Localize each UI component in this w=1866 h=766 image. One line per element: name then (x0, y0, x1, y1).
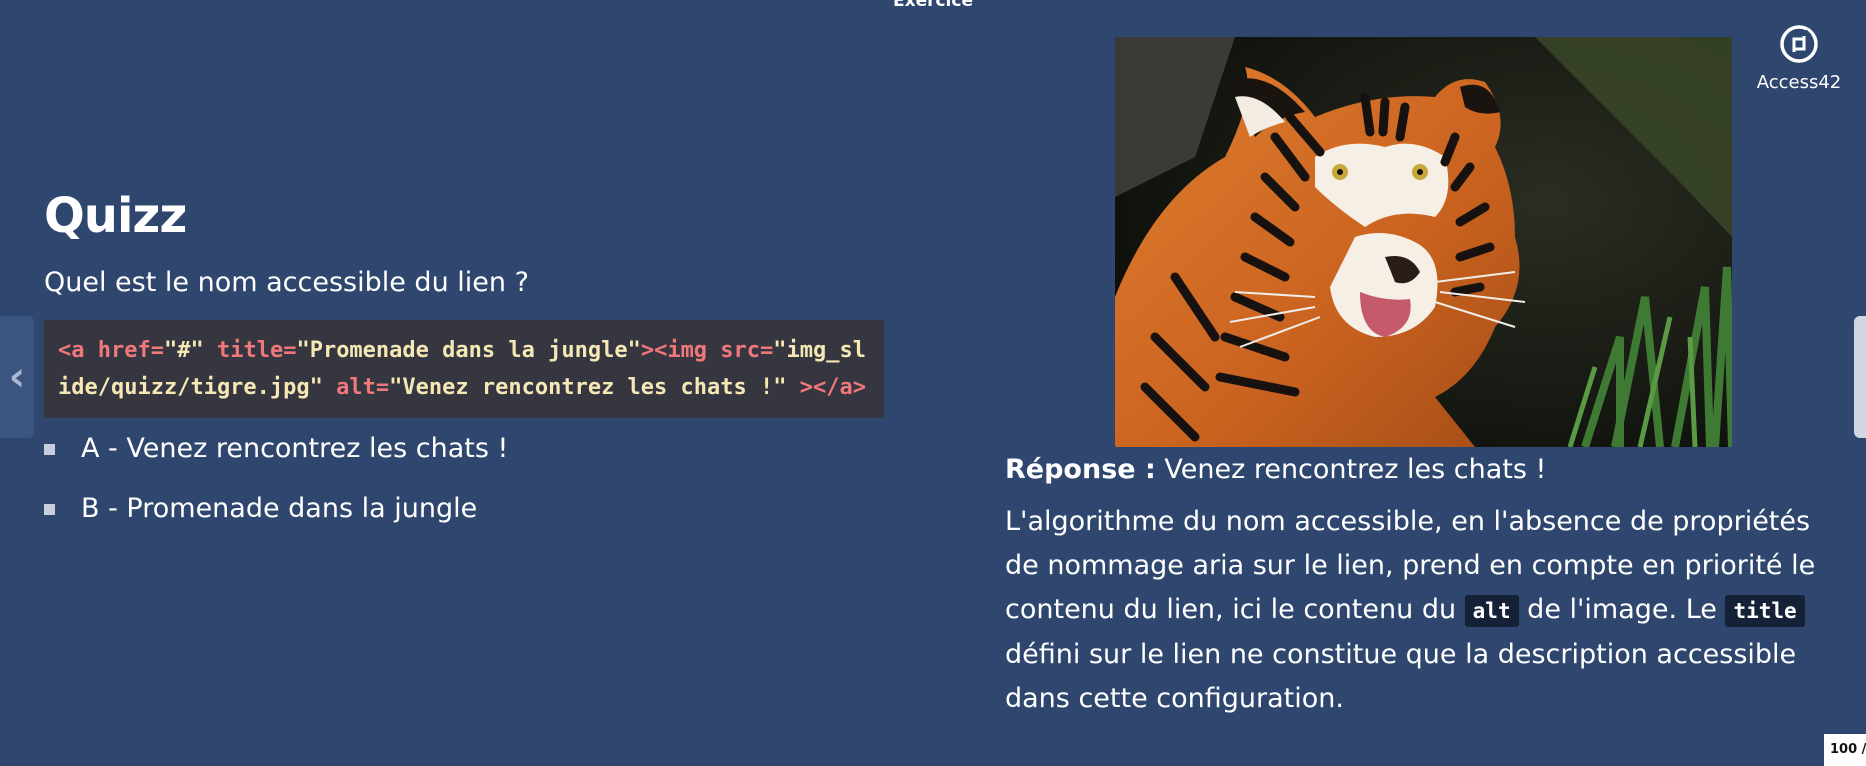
square-bullet-icon (44, 503, 55, 515)
quiz-options: A - Venez rencontrez les chats ! B - Pro… (44, 432, 884, 526)
code-token: ></a> (786, 375, 866, 400)
inline-code-title: title (1725, 595, 1805, 627)
answer-value: Venez rencontrez les chats ! (1155, 454, 1547, 485)
answer-explanation: L'algorithme du nom accessible, en l'abs… (1005, 500, 1845, 721)
code-token: "#" (163, 338, 204, 363)
access42-logo-icon (1780, 25, 1818, 63)
quiz-panel: Quizz Quel est le nom accessible du lien… (44, 186, 884, 552)
answer-label: Réponse : (1005, 454, 1156, 485)
answer-panel: Réponse : Venez rencontrez les chats ! L… (1005, 450, 1845, 721)
code-token: src= (707, 338, 774, 363)
quiz-question: Quel est le nom accessible du lien ? (44, 267, 529, 298)
page-counter: 100 / (1824, 734, 1866, 766)
answer-line: Réponse : Venez rencontrez les chats ! (1005, 450, 1845, 490)
code-token: title= (203, 338, 297, 363)
explanation-text: défini sur le lien ne constitue que la d… (1005, 639, 1797, 714)
code-snippet: <a href="#" title="Promenade dans la jun… (44, 320, 884, 418)
next-slide-button[interactable] (1854, 316, 1866, 438)
code-token: "Promenade dans la jungle" (296, 338, 641, 363)
inline-code-alt: alt (1464, 595, 1519, 627)
previous-slide-button[interactable]: ‹ (0, 316, 34, 438)
access42-logo: Access42 (1752, 22, 1846, 93)
code-token: href= (97, 338, 164, 363)
quiz-title: Quizz (44, 188, 187, 244)
code-token: <a (58, 338, 98, 363)
quiz-option-label: A - Venez rencontrez les chats ! (81, 433, 509, 464)
quiz-option: A - Venez rencontrez les chats ! (44, 432, 884, 466)
quiz-option: B - Promenade dans la jungle (44, 492, 884, 526)
chevron-left-icon: ‹ (8, 354, 26, 400)
code-token: alt= (322, 375, 390, 400)
tiger-photo-illustration (1115, 37, 1732, 447)
code-token: "Venez rencontrez les chats !" (389, 375, 787, 400)
explanation-text: de l'image. Le (1518, 594, 1726, 625)
logo-label: Access42 (1756, 72, 1842, 93)
slide-section-title: Exercice (892, 0, 973, 11)
square-bullet-icon (44, 443, 55, 455)
code-token: ><img (640, 338, 708, 363)
quiz-option-label: B - Promenade dans la jungle (81, 493, 478, 524)
tiger-photo (1115, 37, 1732, 447)
